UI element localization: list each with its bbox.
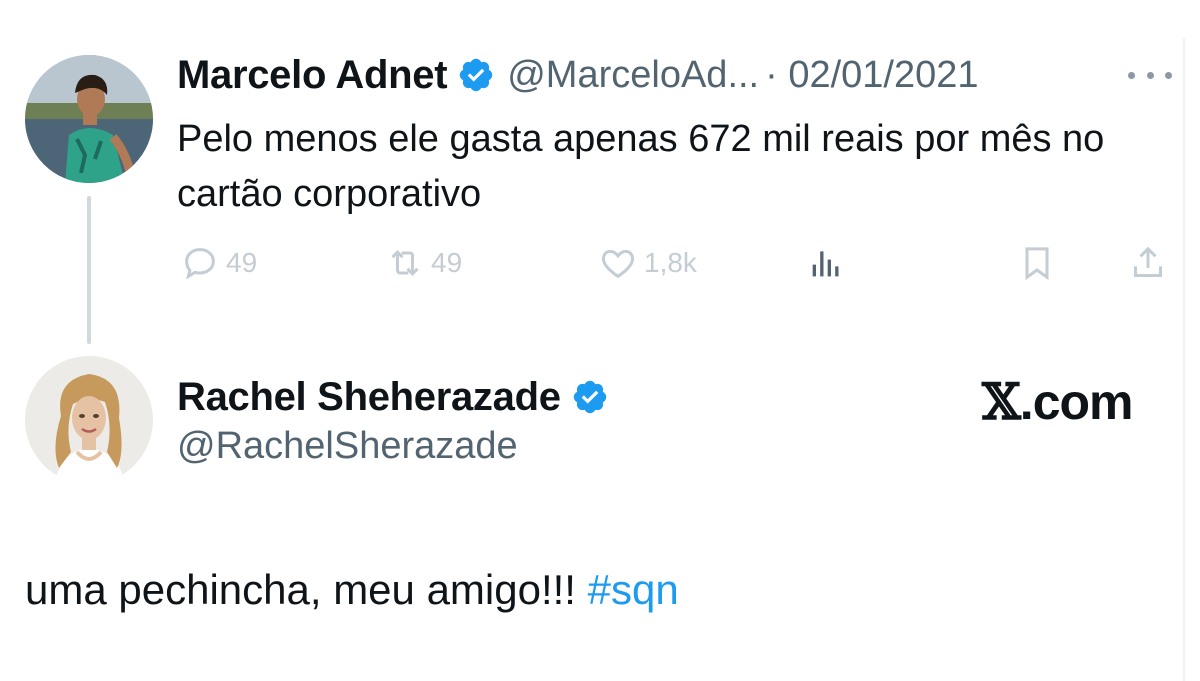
x-com-watermark: 𝕏.com [982, 372, 1133, 432]
tweet-header: Marcelo Adnet @MarceloAd... · 02/01/2021 [177, 50, 979, 100]
avatar-marcelo[interactable] [25, 55, 153, 183]
thread-connector-line [87, 196, 91, 344]
tweet-screenshot: Marcelo Adnet @MarceloAd... · 02/01/2021… [0, 0, 1200, 681]
author-handle[interactable]: @MarceloAd... [507, 54, 759, 97]
reply-icon [185, 248, 215, 280]
tweet2-body: uma pechincha, meu amigo!!! [25, 566, 588, 613]
share-icon [1134, 246, 1162, 277]
views-icon [812, 251, 839, 277]
views-button[interactable] [806, 243, 846, 283]
avatar-rachel[interactable] [25, 356, 153, 484]
like-count: 1,8k [644, 247, 697, 278]
retweet-button[interactable]: 49 [385, 243, 462, 283]
author-handle[interactable]: @RachelSherazade [177, 425, 518, 468]
author-name[interactable]: Marcelo Adnet [177, 53, 448, 98]
verified-badge-icon [457, 56, 495, 94]
x-logo-icon: 𝕏 [982, 372, 1021, 431]
like-button[interactable]: 1,8k [598, 243, 697, 283]
reply-count: 49 [226, 247, 258, 278]
retweet-icon [391, 250, 419, 276]
tweet-text: Pelo menos ele gasta apenas 672 mil reai… [177, 118, 1105, 215]
verified-badge-icon [571, 378, 609, 416]
bookmark-icon [1025, 247, 1049, 281]
share-button[interactable] [1128, 243, 1168, 283]
hashtag-link[interactable]: #sqn [588, 566, 679, 613]
bookmark-button[interactable] [1017, 243, 1057, 283]
watermark-text: .com [1019, 374, 1134, 430]
like-icon [601, 249, 635, 279]
more-icon[interactable] [1128, 64, 1172, 86]
tweet2-header: Rachel Sheherazade [177, 372, 609, 422]
author-name[interactable]: Rachel Sheherazade [177, 375, 561, 420]
tweet-date[interactable]: · 02/01/2021 [765, 54, 978, 97]
reply-button[interactable]: 49 [180, 243, 257, 283]
retweet-count: 49 [431, 247, 463, 278]
tweet2-text: uma pechincha, meu amigo!!! #sqn [25, 562, 679, 618]
divider [1183, 38, 1185, 681]
